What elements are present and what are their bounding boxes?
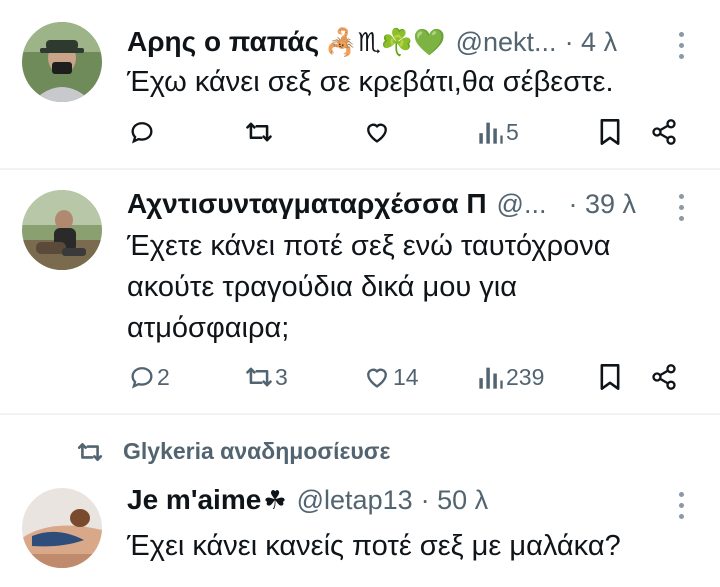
heart-icon	[367, 123, 387, 143]
tweet-actions: 5	[120, 114, 690, 154]
share-button[interactable]	[650, 118, 678, 146]
tweet-header: Je m'aime ☘ @letap13 · 50 λ	[127, 484, 488, 516]
share-icon	[652, 119, 676, 145]
view-count: 239	[506, 363, 545, 390]
more-vertical-icon[interactable]	[679, 194, 687, 221]
tweet-header: Αρης ο παπάς 🦂♏☘️💚 @nekt... · 4 λ	[127, 26, 617, 58]
bookmark-button[interactable]	[598, 363, 622, 391]
tweet[interactable]: Je m'aime ☘ @letap13 · 50 λ Έχει κάνει κ…	[0, 470, 720, 587]
tweet-actions: 2 3 14 239	[120, 359, 690, 399]
name-emojis: ☘	[263, 485, 287, 515]
bar-chart-icon	[479, 367, 503, 389]
speech-bubble-icon	[131, 122, 153, 144]
like-button[interactable]	[362, 118, 392, 146]
bookmark-button[interactable]	[598, 118, 622, 146]
more-vertical-icon[interactable]	[679, 492, 687, 519]
retweet-button[interactable]: 3	[244, 363, 288, 391]
retweet-button[interactable]	[244, 118, 274, 146]
reply-button[interactable]	[128, 118, 156, 146]
tweet-header: Αχντισυνταγματαρχέσσα Π @... · 39 λ	[127, 188, 636, 220]
retweet-count: 3	[275, 363, 288, 390]
speech-bubble-icon	[131, 367, 153, 389]
view-count: 5	[506, 118, 519, 145]
reply-button[interactable]: 2	[128, 363, 170, 391]
retweet-icon	[246, 122, 272, 142]
tweet-time[interactable]: · 39 λ	[568, 189, 636, 220]
reply-count: 2	[157, 363, 170, 390]
tweet[interactable]: Αχντισυνταγματαρχέσσα Π @... · 39 λ Έχετ…	[0, 170, 720, 413]
views-button[interactable]: 239	[478, 363, 544, 391]
divider	[0, 413, 720, 415]
like-count: 14	[393, 363, 419, 390]
user-handle[interactable]: @nekt...	[456, 27, 557, 58]
display-name[interactable]: Αχντισυνταγματαρχέσσα Π	[127, 188, 487, 220]
like-button[interactable]: 14	[362, 363, 419, 391]
bookmark-icon	[600, 119, 620, 145]
tweet-text: Έχετε κάνει ποτέ σεξ ενώ ταυτόχρονα ακού…	[127, 230, 611, 344]
retweet-icon	[246, 367, 272, 387]
name-emojis: 🦂♏☘️💚	[325, 27, 446, 57]
views-button[interactable]: 5	[478, 118, 519, 146]
display-name[interactable]: Αρης ο παπάς	[127, 26, 319, 58]
bookmark-icon	[600, 364, 620, 390]
heart-icon	[367, 368, 387, 388]
bar-chart-icon	[479, 122, 503, 144]
retweet-context: Glykeria αναδημοσίευσε	[75, 438, 390, 465]
retweeted-by-label[interactable]: Glykeria αναδημοσίευσε	[123, 438, 390, 465]
user-handle[interactable]: @...	[497, 189, 547, 220]
tweet-time[interactable]: · 4 λ	[565, 27, 618, 58]
retweet-icon	[77, 442, 103, 461]
tweet[interactable]: Αρης ο παπάς 🦂♏☘️💚 @nekt... · 4 λ Έχω κά…	[0, 0, 720, 168]
user-handle[interactable]: @letap13	[297, 485, 413, 516]
avatar[interactable]	[22, 22, 102, 102]
tweet-text: Έχει κάνει κανείς ποτέ σεξ με μαλάκα?	[127, 530, 621, 562]
avatar[interactable]	[22, 488, 102, 568]
share-icon	[652, 364, 676, 390]
more-vertical-icon[interactable]	[679, 32, 687, 59]
avatar[interactable]	[22, 190, 102, 270]
display-name[interactable]: Je m'aime	[127, 484, 261, 516]
tweet-time[interactable]: · 50 λ	[421, 485, 489, 516]
tweet-text: Έχω κάνει σεξ σε κρεβάτι,θα σέβεστε.	[127, 66, 614, 98]
share-button[interactable]	[650, 363, 678, 391]
